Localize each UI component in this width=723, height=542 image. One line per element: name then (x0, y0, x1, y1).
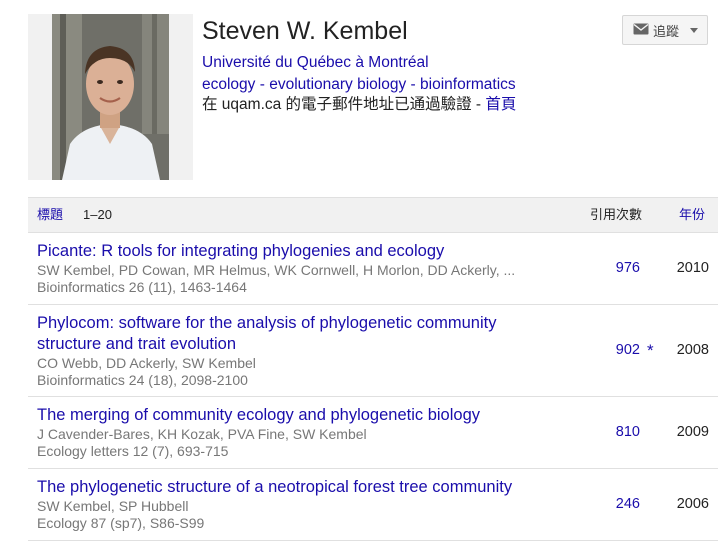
interest-link-evolutionary-biology[interactable]: evolutionary biology (269, 76, 406, 93)
article-authors: J Cavender-Bares, KH Kozak, PVA Fine, SW… (37, 426, 367, 442)
article-year: 2010 (676, 260, 709, 276)
articles-table-header: 標題 1–20 引用次數 年份 (28, 197, 718, 233)
scholar-profile-page: Steven W. Kembel Université du Québec à … (0, 0, 723, 542)
article-title-line: The phylogenetic structure of a neotropi… (37, 478, 513, 496)
profile-name: Steven W. Kembel (202, 17, 408, 45)
merged-citations-star-icon[interactable]: * (647, 342, 654, 360)
results-range: 1–20 (83, 207, 112, 222)
citation-count-link[interactable]: 976 (588, 259, 640, 277)
verified-separator: - (471, 96, 486, 113)
article-title-line: Picante: R tools for integrating phyloge… (37, 242, 445, 260)
article-row: The phylogenetic structure of a neotropi… (28, 469, 718, 541)
profile-affiliation-line: Université du Québec à Montréal (202, 53, 429, 73)
interest-separator: - (255, 76, 270, 93)
profile-verified-line: 在 uqam.ca 的電子郵件地址已通過驗證 - 首頁 (202, 95, 516, 115)
citation-count-link[interactable]: 902 (588, 341, 640, 359)
article-venue: Ecology 87 (sp7), S86-S99 (37, 515, 205, 531)
article-authors: SW Kembel, SP Hubbell (37, 498, 189, 514)
homepage-link[interactable]: 首頁 (485, 96, 516, 113)
article-title-link[interactable]: The phylogenetic structure of a neotropi… (37, 477, 547, 498)
article-row: Phylocom: software for the analysis of p… (28, 305, 718, 397)
article-authors: CO Webb, DD Ackerly, SW Kembel (37, 355, 256, 371)
affiliation-link[interactable]: Université du Québec à Montréal (202, 54, 429, 71)
profile-photo (52, 14, 169, 180)
profile-interests-line: ecology - evolutionary biology - bioinfo… (202, 75, 516, 95)
interest-link-ecology[interactable]: ecology (202, 76, 255, 93)
sort-by-year-link[interactable]: 年份 (679, 207, 705, 223)
verified-email-text: 在 uqam.ca 的電子郵件地址已通過驗證 (202, 96, 472, 113)
article-title-line: The merging of community ecology and phy… (37, 406, 481, 424)
article-title-link[interactable]: Phylocom: software for the analysis of p… (37, 313, 547, 355)
article-year: 2009 (676, 424, 709, 440)
article-venue: Bioinformatics 24 (18), 2098-2100 (37, 372, 248, 388)
article-title-line: Phylocom: software for the analysis of p… (37, 314, 497, 332)
article-year: 2006 (676, 496, 709, 512)
cited-by-column-header: 引用次數 (590, 207, 643, 222)
article-title-link[interactable]: Picante: R tools for integrating phyloge… (37, 241, 547, 262)
interest-separator: - (406, 76, 421, 93)
article-row: The merging of community ecology and phy… (28, 397, 718, 469)
mail-icon (633, 23, 649, 38)
follow-button-label: 追蹤 (653, 23, 680, 39)
follow-button[interactable]: 追蹤 (622, 15, 708, 45)
article-venue: Bioinformatics 26 (11), 1463-1464 (37, 279, 247, 295)
article-title-link[interactable]: The merging of community ecology and phy… (37, 405, 547, 426)
citation-count-link[interactable]: 810 (588, 423, 640, 441)
article-year: 2008 (676, 342, 709, 358)
citation-count-link[interactable]: 246 (588, 495, 640, 513)
article-venue: Ecology letters 12 (7), 693-715 (37, 443, 229, 459)
sort-by-title-link[interactable]: 標題 (37, 207, 63, 223)
article-row: Picante: R tools for integrating phyloge… (28, 233, 718, 305)
profile-photo-frame (28, 14, 193, 180)
chevron-down-icon (690, 28, 698, 33)
article-authors: SW Kembel, PD Cowan, MR Helmus, WK Cornw… (37, 262, 516, 278)
article-title-line: structure and trait evolution (37, 335, 237, 353)
profile-header: Steven W. Kembel Université du Québec à … (28, 14, 718, 180)
interest-link-bioinformatics[interactable]: bioinformatics (420, 76, 516, 93)
